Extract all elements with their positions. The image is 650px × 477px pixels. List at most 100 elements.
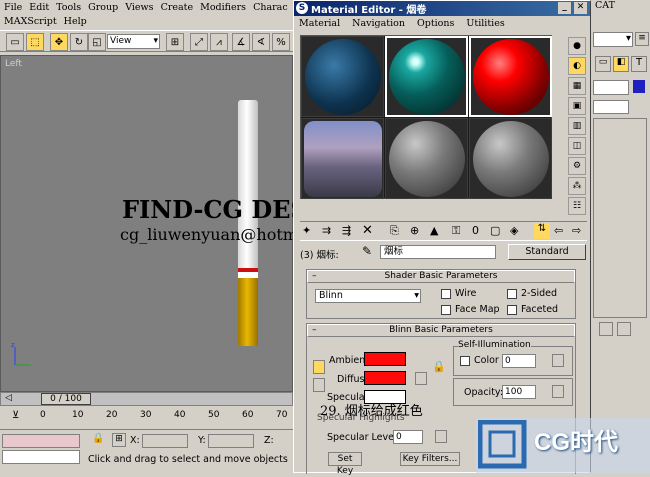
go-back-icon[interactable]: ⇨ (572, 224, 581, 237)
reset-map-icon[interactable]: ✕ (362, 223, 373, 238)
maxscript-mini-input[interactable] (2, 450, 80, 464)
move-icon[interactable]: ✥ (50, 33, 68, 51)
face-map-checkbox[interactable]: Face Map (441, 304, 500, 315)
snap-icon[interactable]: ∡ (232, 33, 250, 51)
named-selection-dropdown[interactable]: ▾ (593, 32, 633, 47)
time-slider-thumb[interactable]: 0 / 100 (41, 393, 91, 405)
material-id-icon[interactable]: ⚿ (452, 224, 460, 238)
lock-selection-icon[interactable]: 🔒 (92, 433, 104, 444)
spec-level-spinner[interactable]: 0 (393, 430, 423, 444)
menu-help[interactable]: Help (64, 16, 87, 27)
me-menu-options[interactable]: Options (417, 18, 454, 29)
sample-slot-3[interactable] (469, 36, 552, 117)
object-color-swatch[interactable] (633, 80, 645, 93)
menu-tools[interactable]: Tools (56, 2, 81, 13)
time-slider[interactable]: 0 / 100 ◁ (0, 392, 293, 406)
lock-ambient-diffuse-icon[interactable] (313, 360, 325, 374)
menu-maxscript[interactable]: MAXScript (4, 16, 57, 27)
spec-level-map-button[interactable] (435, 430, 447, 443)
material-name-input[interactable]: 烟标 (380, 245, 496, 259)
set-key-button[interactable]: Set Key (328, 452, 362, 476)
menu-edit[interactable]: Edit (29, 2, 49, 13)
lock-icon[interactable]: 🔒 (432, 360, 446, 373)
put-to-scene-icon[interactable]: ⇉ (322, 224, 331, 237)
shader-rollout-header[interactable]: – Shader Basic Parameters (307, 270, 575, 283)
options-icon[interactable]: ⚙ (568, 157, 586, 175)
put-to-library-icon[interactable]: ▲ (430, 224, 438, 237)
select-by-mat-icon[interactable]: ◈ (510, 224, 518, 237)
select-icon[interactable]: ▭ (6, 33, 24, 51)
get-material-icon[interactable]: ✦ (302, 224, 311, 237)
shader-dropdown[interactable]: Blinn ▾ (315, 289, 421, 303)
sample-slot-5[interactable] (385, 118, 468, 199)
reference-coord-dropdown[interactable]: View ▾ (107, 34, 160, 49)
sample-slot-2[interactable] (385, 36, 468, 117)
object-name-input[interactable] (593, 80, 629, 95)
diffuse-color-swatch[interactable] (364, 371, 406, 385)
rotate-icon[interactable]: ↻ (70, 33, 88, 51)
percent-snap-icon[interactable]: % (272, 33, 290, 51)
y-coord-field[interactable] (208, 434, 254, 448)
show-end-result-icon[interactable]: ▢ (490, 224, 500, 237)
wire-checkbox[interactable]: Wire (441, 288, 476, 299)
opacity-map-button[interactable] (552, 385, 564, 398)
material-navigator-icon[interactable]: ☷ (568, 197, 586, 215)
minimize-icon[interactable]: _ (558, 2, 571, 14)
sample-slot-4[interactable] (301, 118, 384, 199)
sample-type-icon[interactable]: ● (568, 37, 586, 55)
backlight-icon[interactable]: ◐ (568, 57, 586, 75)
go-to-parent-icon[interactable]: ⇅ (534, 223, 550, 239)
maxscript-listener[interactable] (2, 434, 80, 448)
sample-slot-6[interactable] (469, 118, 552, 199)
faceted-checkbox[interactable]: Faceted (507, 304, 558, 315)
pivot-icon[interactable]: ⊞ (166, 33, 184, 51)
menu-views[interactable]: Views (125, 2, 153, 13)
modifier-list-dropdown[interactable] (593, 100, 629, 114)
ambient-color-swatch[interactable] (364, 352, 406, 366)
make-unique-icon[interactable]: ⊕ (410, 224, 419, 237)
display-panel-icon[interactable]: ▭ (595, 56, 611, 72)
mirror-icon[interactable]: ⤢ (190, 33, 208, 51)
menu-character[interactable]: Charac (253, 2, 288, 13)
viewport-label[interactable]: Left (5, 59, 22, 69)
background-icon[interactable]: ▦ (568, 77, 586, 95)
two-sided-checkbox[interactable]: 2-Sided (507, 288, 557, 299)
diffuse-map-button[interactable] (415, 372, 427, 385)
me-menu-navigation[interactable]: Navigation (352, 18, 405, 29)
self-illum-color-checkbox[interactable]: Color (460, 355, 499, 366)
me-menu-material[interactable]: Material (299, 18, 340, 29)
material-type-button[interactable]: Standard (508, 244, 586, 260)
sample-slot-1[interactable] (301, 36, 384, 117)
menu-create[interactable]: Create (161, 2, 194, 13)
make-preview-icon[interactable]: ◫ (568, 137, 586, 155)
region-select-icon[interactable]: ⬚ (26, 33, 44, 51)
make-copy-icon[interactable]: ⎘ (390, 224, 399, 238)
uv-tiling-icon[interactable]: ▣ (568, 97, 586, 115)
self-illum-map-button[interactable] (552, 354, 564, 367)
pin-stack-icon[interactable] (599, 322, 613, 336)
slider-left-arrow-icon[interactable]: ◁ (5, 393, 12, 403)
show-end-result-stack-icon[interactable] (617, 322, 631, 336)
scale-icon[interactable]: ◱ (88, 33, 106, 51)
modify-panel-icon[interactable]: ◧ (613, 56, 629, 72)
align-icon[interactable]: ⩘ (210, 33, 228, 51)
named-selection-icon[interactable]: ≡ (635, 32, 649, 46)
key-filters-button[interactable]: Key Filters... (400, 452, 460, 466)
utilities-icon[interactable]: T (631, 56, 647, 72)
opacity-spinner[interactable]: 100 (502, 385, 536, 399)
menu-modifiers[interactable]: Modifiers (200, 2, 246, 13)
modifier-stack[interactable] (593, 118, 647, 318)
self-illum-spinner[interactable]: 0 (502, 354, 536, 368)
menu-group[interactable]: Group (88, 2, 118, 13)
menu-cat[interactable]: CAT (595, 0, 615, 11)
close-icon[interactable]: ✕ (574, 2, 587, 14)
eyedropper-icon[interactable]: ✎ (362, 244, 372, 258)
show-map-icon[interactable]: 0 (472, 224, 479, 237)
me-menu-utilities[interactable]: Utilities (466, 18, 504, 29)
video-color-icon[interactable]: ▥ (568, 117, 586, 135)
absolute-mode-icon[interactable]: ⊞ (112, 433, 126, 447)
x-coord-field[interactable] (142, 434, 188, 448)
go-forward-sibling-icon[interactable]: ⇦ (554, 224, 563, 237)
assign-material-icon[interactable]: ⇶ (342, 224, 351, 237)
track-bar-icon[interactable]: ⊻ (12, 410, 19, 421)
